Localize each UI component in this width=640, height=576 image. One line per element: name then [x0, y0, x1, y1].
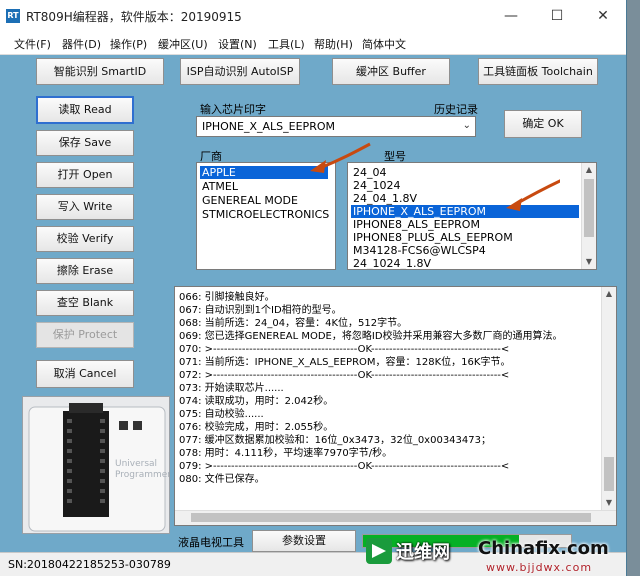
model-list-scrollbar[interactable]: ▲ ▼ — [581, 163, 596, 269]
model-item[interactable]: IPHONE8_PLUS_ALS_EEPROM — [351, 231, 515, 244]
log-line: 074: 读取成功，用时：2.042秒。 — [179, 396, 334, 407]
watermark-site: Chinafix.com — [478, 538, 609, 559]
device-brand-text: Universal Programmer — [115, 459, 170, 480]
arrow-to-vendor — [319, 142, 371, 170]
menu-help[interactable]: 帮助(H) — [314, 36, 353, 52]
log-output[interactable]: 066: 引脚接触良好。 067: 自动识别到1个ID相符的型号。 068: 当… — [174, 286, 617, 526]
log-line: 077: 缓冲区数据累加校验和：16位_0x3473，32位_0x0034347… — [179, 435, 491, 446]
annotation-arrows — [310, 142, 560, 211]
protect-button: 保护 Protect — [36, 322, 134, 348]
serial-number: SN:20180422185253-030789 — [8, 558, 171, 571]
menu-bar: 文件(F) 器件(D) 操作(P) 缓冲区(U) 设置(N) 工具(L) 帮助(… — [0, 32, 626, 55]
erase-button[interactable]: 擦除 Erase — [36, 258, 134, 284]
maximize-button[interactable]: ☐ — [534, 0, 580, 32]
confirm-ok-button[interactable]: 确定 OK — [504, 110, 582, 138]
scroll-up-icon[interactable]: ▲ — [582, 163, 596, 177]
menu-language[interactable]: 简体中文 — [362, 36, 406, 52]
arrowhead-icon — [310, 160, 326, 173]
menu-file[interactable]: 文件(F) — [14, 36, 51, 52]
scroll-thumb[interactable] — [191, 513, 591, 522]
read-button[interactable]: 读取 Read — [36, 96, 134, 124]
watermark-brand-cn: 迅维网 — [396, 542, 450, 563]
log-line: 073: 开始读取芯片...... — [179, 383, 284, 394]
smart-id-button[interactable]: 智能识别 SmartID — [36, 58, 164, 85]
arrow-to-model — [515, 179, 560, 206]
menu-buffer[interactable]: 缓冲区(U) — [158, 36, 208, 52]
window-title: RT809H编程器，软件版本：20190915 — [26, 10, 242, 24]
scroll-thumb[interactable] — [604, 457, 614, 491]
close-button[interactable]: ✕ — [580, 0, 626, 32]
blank-button[interactable]: 查空 Blank — [36, 290, 134, 316]
log-line: 068: 当前所选：24_04，容量：4K位，512字节。 — [179, 318, 408, 329]
save-button[interactable]: 保存 Save — [36, 130, 134, 156]
log-line: 066: 引脚接触良好。 — [179, 292, 275, 303]
log-line: 071: 当前所选：IPHONE_X_ALS_EEPROM，容量：128K位，1… — [179, 357, 511, 368]
buffer-button[interactable]: 缓冲区 Buffer — [332, 58, 450, 85]
menu-device[interactable]: 器件(D) — [62, 36, 101, 52]
minimize-button[interactable]: — — [488, 0, 534, 32]
programmer-window: RT RT809H编程器，软件版本：20190915 — ☐ ✕ 文件(F) 器… — [0, 0, 627, 576]
watermark: 迅维网 Chinafix.com www.bjjdwx.com — [366, 536, 640, 576]
auto-isp-button[interactable]: ISP自动识别 AutoISP — [180, 58, 300, 85]
vendor-item-general-mode[interactable]: GENEREAL MODE — [200, 194, 300, 207]
menu-settings[interactable]: 设置(N) — [218, 36, 257, 52]
chevron-down-icon[interactable]: ⌄ — [463, 120, 471, 131]
history-label: 历史记录 — [434, 103, 478, 116]
menu-tools[interactable]: 工具(L) — [268, 36, 305, 52]
vendor-item-atmel[interactable]: ATMEL — [200, 180, 240, 193]
write-button[interactable]: 写入 Write — [36, 194, 134, 220]
chip-name-combobox[interactable]: IPHONE_X_ALS_EEPROM ⌄ — [196, 116, 476, 137]
model-item[interactable]: M34128-FCS6@WLCSP4 — [351, 244, 488, 257]
scroll-down-icon[interactable]: ▼ — [582, 255, 596, 269]
log-line: 079: >----------------------------------… — [179, 461, 510, 472]
log-horizontal-scrollbar[interactable] — [175, 510, 616, 525]
open-button[interactable]: 打开 Open — [36, 162, 134, 188]
log-line: 080: 文件已保存。 — [179, 474, 265, 485]
menu-operation[interactable]: 操作(P) — [110, 36, 147, 52]
model-item[interactable]: 24_1024_1.8V — [351, 257, 433, 269]
programmer-device-image: Universal Programmer — [22, 396, 170, 534]
log-line: 075: 自动校验...... — [179, 409, 264, 420]
arrowhead-icon — [506, 198, 522, 211]
log-scrollbar[interactable]: ▲ ▼ — [601, 287, 616, 510]
play-icon — [372, 544, 386, 558]
cancel-button[interactable]: 取消 Cancel — [36, 360, 134, 388]
chip-name-value: IPHONE_X_ALS_EEPROM — [202, 120, 335, 133]
title-bar: RT RT809H编程器，软件版本：20190915 — ☐ ✕ — [0, 0, 626, 32]
tv-tools-label[interactable]: 液晶电视工具 — [178, 534, 244, 550]
watermark-logo-icon — [366, 538, 392, 564]
log-line: 070: >----------------------------------… — [179, 344, 510, 355]
params-button[interactable]: 参数设置 — [252, 530, 356, 552]
log-line: 072: >----------------------------------… — [179, 370, 510, 381]
scroll-down-icon[interactable]: ▼ — [602, 496, 616, 510]
log-line: 067: 自动识别到1个ID相符的型号。 — [179, 305, 342, 316]
toolchain-button[interactable]: 工具链面板 Toolchain — [478, 58, 598, 85]
chip-input-label: 输入芯片印字 — [200, 103, 266, 116]
scroll-up-icon[interactable]: ▲ — [602, 287, 616, 301]
log-line: 069: 您已选择GENEREAL MODE，将忽略ID校验并采用兼容大多数厂商… — [179, 331, 563, 342]
log-line: 078: 用时：4.111秒，平均速率7970字节/秒。 — [179, 448, 393, 459]
watermark-url: www.bjjdwx.com — [486, 561, 593, 574]
scroll-thumb[interactable] — [584, 179, 594, 237]
log-line: 076: 校验完成，用时：2.055秒。 — [179, 422, 334, 433]
verify-button[interactable]: 校验 Verify — [36, 226, 134, 252]
app-icon: RT — [6, 9, 20, 23]
